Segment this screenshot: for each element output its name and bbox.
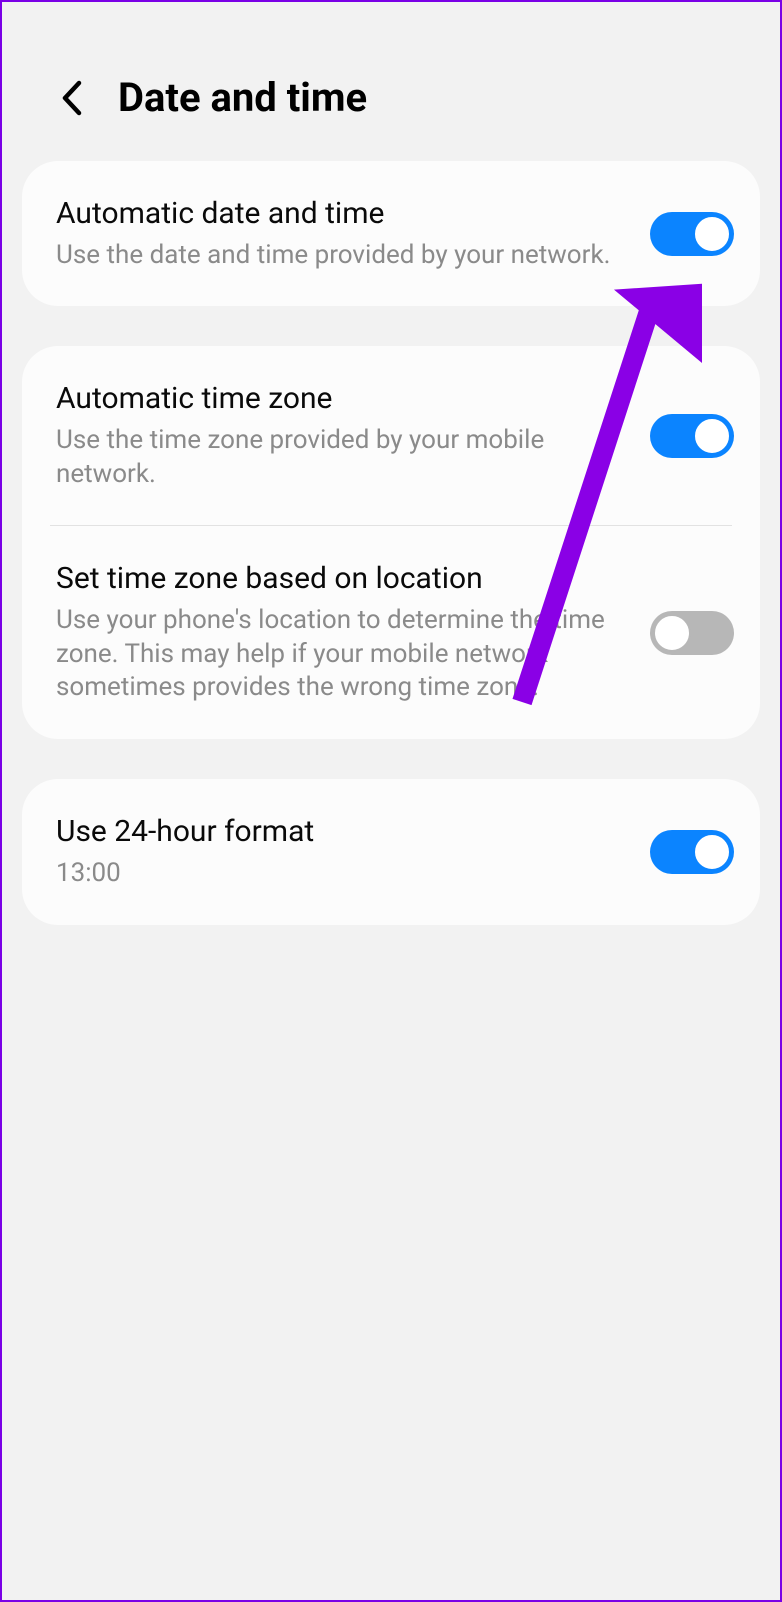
setting-location-timezone[interactable]: Set time zone based on location Use your… [22,526,760,739]
toggle-auto-timezone[interactable] [650,414,734,458]
card-auto-datetime: Automatic date and time Use the date and… [22,161,760,306]
card-hour-format: Use 24-hour format 13:00 [22,779,760,924]
card-timezone: Automatic time zone Use the time zone pr… [22,346,760,739]
toggle-location-timezone[interactable] [650,611,734,655]
setting-subtitle: Use your phone's location to determine t… [56,604,630,705]
setting-title: Automatic time zone [56,380,630,418]
setting-text: Automatic time zone Use the time zone pr… [56,380,630,491]
setting-auto-timezone[interactable]: Automatic time zone Use the time zone pr… [22,346,760,525]
setting-auto-datetime[interactable]: Automatic date and time Use the date and… [22,161,760,306]
setting-subtitle: Use the time zone provided by your mobil… [56,424,630,492]
setting-title: Automatic date and time [56,195,630,233]
setting-title: Set time zone based on location [56,560,630,598]
setting-text: Set time zone based on location Use your… [56,560,630,705]
toggle-hour-format[interactable] [650,830,734,874]
setting-subtitle: 13:00 [56,857,630,891]
setting-title: Use 24-hour format [56,813,630,851]
setting-text: Automatic date and time Use the date and… [56,195,630,272]
page-title: Date and time [118,74,367,121]
setting-text: Use 24-hour format 13:00 [56,813,630,890]
toggle-auto-datetime[interactable] [650,212,734,256]
setting-hour-format[interactable]: Use 24-hour format 13:00 [22,779,760,924]
setting-subtitle: Use the date and time provided by your n… [56,239,630,273]
header: Date and time [2,2,780,161]
back-icon[interactable] [58,76,86,120]
